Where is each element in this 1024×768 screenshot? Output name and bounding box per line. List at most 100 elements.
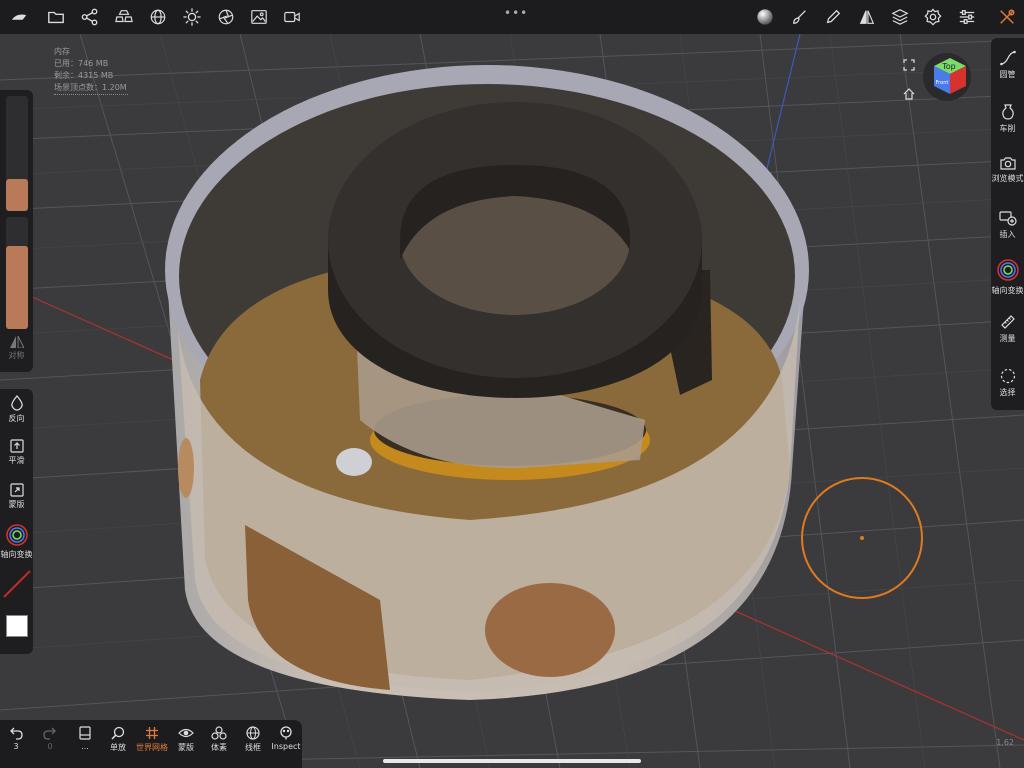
share-nodes-icon[interactable]: [79, 7, 101, 27]
tools-icon[interactable]: [996, 7, 1018, 27]
memory-info: 内存 已用：746 MB 剩余：4315 MB 场景顶点数：1.20M: [54, 46, 128, 95]
3d-viewport[interactable]: [0, 0, 1024, 768]
globe-icon[interactable]: [147, 7, 169, 27]
undo-icon: [10, 727, 23, 740]
memory-free: 剩余：4315 MB: [54, 71, 114, 80]
axis-transform-label: 轴向变换: [0, 550, 33, 559]
eyedropper-icon[interactable]: [822, 7, 844, 27]
smooth-button[interactable]: 平滑: [0, 439, 33, 466]
folder-icon[interactable]: [45, 7, 67, 27]
voxel-icon: [211, 726, 227, 740]
camera-icon: [999, 157, 1016, 170]
redo-icon: [43, 727, 56, 740]
color-swatch-button[interactable]: [0, 615, 33, 637]
sun-icon[interactable]: [181, 7, 203, 27]
axis-transform-button[interactable]: 轴向变换: [0, 523, 33, 560]
wireframe-icon: [246, 726, 260, 740]
fullscreen-icon[interactable]: [903, 56, 915, 75]
symmetry-icon: [9, 336, 24, 348]
tube-label: 圆管: [999, 70, 1016, 79]
symmetry-button[interactable]: 对称: [0, 336, 33, 361]
material-sphere-icon[interactable]: [754, 7, 776, 27]
invert-label: 反向: [8, 414, 25, 423]
symmetry-label: 对称: [8, 351, 25, 360]
gizmo-icon: [996, 259, 1019, 281]
strength-slider[interactable]: [6, 217, 28, 329]
world-grid-button[interactable]: 世界网格: [135, 726, 169, 753]
image-icon[interactable]: [248, 7, 270, 27]
more-menu-button[interactable]: ...: [76, 726, 94, 751]
home-view-icon[interactable]: [903, 85, 915, 104]
drop-icon: [10, 395, 23, 411]
smooth-label: 平滑: [8, 456, 25, 465]
top-toolbar: •••: [0, 0, 1024, 34]
voxel-button[interactable]: 体素: [207, 726, 231, 753]
insert-label: 插入: [999, 230, 1016, 239]
vase-icon: [1001, 104, 1014, 120]
more-dots[interactable]: •••: [504, 6, 528, 20]
smooth-icon: [9, 439, 24, 453]
scene-vertices: 场景顶点数：1.20M: [54, 82, 128, 95]
select-icon: [1000, 368, 1015, 384]
browse-mode-button[interactable]: 浏览模式: [991, 156, 1024, 184]
mask-button[interactable]: 蒙版: [0, 483, 33, 510]
axis-transform-right-button[interactable]: 轴向变换: [991, 258, 1024, 296]
tube-button[interactable]: 圆管: [991, 50, 1024, 80]
mirror-icon[interactable]: [856, 7, 878, 27]
eye-icon: [178, 728, 194, 738]
inspect-label: Inspect: [271, 742, 301, 751]
solo-label: 单放: [110, 743, 126, 752]
gizmo-icon: [5, 524, 28, 546]
undo-button[interactable]: 3: [8, 726, 24, 751]
corner-number: 1.62: [996, 738, 1014, 747]
wireframe-button[interactable]: 线框: [241, 726, 265, 753]
redo-button[interactable]: 0: [42, 726, 58, 751]
solo-button[interactable]: 单放: [106, 726, 130, 753]
left-slider-panel: 对称: [0, 90, 33, 372]
more-menu-label: ...: [81, 742, 89, 751]
magnifier-icon: [111, 726, 125, 740]
world-grid-label: 世界网格: [136, 743, 168, 752]
strength-slider-fill: [6, 246, 28, 329]
mask-view-button[interactable]: 蒙版: [174, 726, 198, 753]
brush-icon[interactable]: [789, 7, 811, 27]
small-disc[interactable]: [336, 448, 372, 476]
layers-icon[interactable]: [889, 7, 911, 27]
lathe-button[interactable]: 车削: [991, 104, 1024, 134]
sliders-icon[interactable]: [956, 7, 978, 27]
memory-used: 已用：746 MB: [54, 59, 109, 68]
boxes-icon[interactable]: [113, 7, 135, 27]
aperture-icon[interactable]: [215, 7, 237, 27]
view-cube[interactable]: Top Front: [922, 52, 972, 102]
select-button[interactable]: 选择: [991, 368, 1024, 398]
settings-icon[interactable]: [922, 7, 944, 27]
grid-hash-icon: [146, 727, 158, 739]
inspect-button[interactable]: Inspect: [270, 726, 302, 751]
insert-icon: [998, 211, 1017, 226]
memory-label: 内存: [54, 47, 70, 56]
app-logo-icon[interactable]: [8, 7, 30, 27]
cube-top-label: Top: [941, 62, 956, 71]
browse-mode-label: 浏览模式: [991, 174, 1024, 183]
mask-label: 蒙版: [8, 500, 25, 509]
stroke-slash-icon: [2, 570, 31, 598]
size-slider-fill: [6, 178, 28, 211]
home-indicator[interactable]: [383, 759, 641, 763]
select-label: 选择: [999, 388, 1016, 397]
insert-button[interactable]: 插入: [991, 210, 1024, 240]
measure-button[interactable]: 测量: [991, 314, 1024, 344]
lathe-label: 车削: [999, 124, 1016, 133]
stroke-color-button[interactable]: [0, 569, 33, 599]
left-tools-panel: 反向 平滑 蒙版 轴向变换: [0, 389, 33, 654]
inspect-icon: [280, 726, 292, 740]
voxel-label: 体素: [211, 743, 227, 752]
mask-icon: [9, 483, 24, 497]
color-swatch: [5, 615, 28, 637]
right-tools-panel: 圆管 车削 浏览模式 插入 轴向变换 测量 选择: [991, 38, 1024, 410]
video-camera-icon[interactable]: [281, 7, 303, 27]
size-slider[interactable]: [6, 96, 28, 211]
bottom-toolbar: 3 0 ... 单放 世界网格 蒙版 体素 线框 Inspect: [0, 720, 302, 768]
viewport-scene: [0, 33, 1024, 768]
axis-transform-right-label: 轴向变换: [991, 286, 1024, 295]
invert-button[interactable]: 反向: [0, 395, 33, 424]
